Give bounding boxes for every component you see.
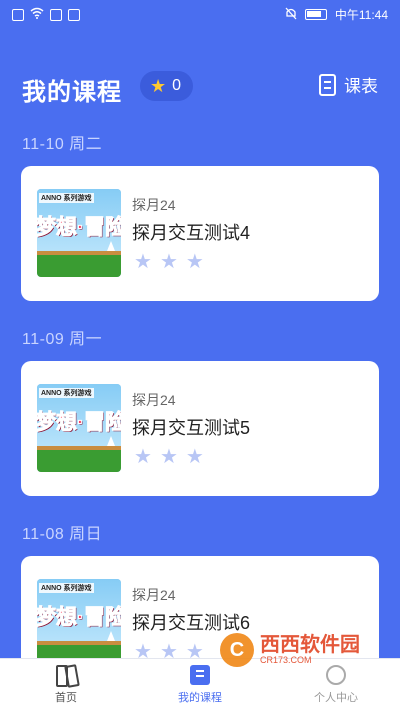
schedule-icon (319, 73, 336, 96)
watermark: C 西西软件园 CR173.COM (220, 633, 360, 667)
course-rating: ★ ★ ★ (134, 447, 204, 467)
star-icon: ★ (159, 251, 178, 273)
schedule-button[interactable]: 课表 (319, 72, 378, 97)
date-label: 11-10 周二 (22, 136, 103, 153)
thumbnail-tag: ANNO 系列游戏 (39, 388, 94, 398)
nav-profile-label: 个人中心 (314, 692, 358, 704)
date-label: 11-09 周一 (22, 331, 103, 348)
profile-icon (326, 665, 346, 685)
course-card[interactable]: ANNO 系列游戏 梦想·冒险 探月24 探月交互测试4 ★ ★ ★ (21, 166, 379, 301)
status-icons-right: 中午11:44 (285, 6, 388, 23)
star-icon: ★ (150, 75, 167, 96)
page-header: 我的课程 ★ 0 课表 (0, 62, 400, 114)
home-icon (55, 665, 77, 687)
thumbnail-title: 梦想·冒险 (37, 216, 121, 240)
battery-icon (304, 9, 327, 20)
thumbnail-title: 梦想·冒险 (37, 411, 121, 435)
thumbnail-tag: ANNO 系列游戏 (39, 193, 94, 203)
status-bar: 中午11:44 (0, 0, 400, 28)
star-icon: ★ (185, 251, 204, 273)
star-icon: ★ (185, 446, 204, 468)
nav-my-courses[interactable]: 我的课程 (160, 665, 240, 705)
star-count-badge[interactable]: ★ 0 (140, 71, 194, 101)
course-thumbnail: ANNO 系列游戏 梦想·冒险 (37, 189, 121, 277)
course-name: 探月交互测试5 (132, 418, 251, 438)
status-time: 中午11:44 (334, 8, 388, 22)
course-thumbnail: ANNO 系列游戏 梦想·冒险 (37, 579, 121, 667)
watermark-text: 西西软件园 (260, 634, 360, 656)
nav-my-courses-label: 我的课程 (178, 692, 222, 704)
star-icon: ★ (159, 446, 178, 468)
course-card[interactable]: ANNO 系列游戏 梦想·冒险 探月24 探月交互测试5 ★ ★ ★ (21, 361, 379, 496)
nav-home[interactable]: 首页 (26, 665, 106, 705)
course-author: 探月24 (132, 587, 176, 603)
nav-profile[interactable]: 个人中心 (296, 665, 376, 705)
mute-icon (285, 7, 297, 23)
watermark-logo-icon: C (220, 633, 254, 667)
course-thumbnail: ANNO 系列游戏 梦想·冒险 (37, 384, 121, 472)
status-icons-left (12, 7, 80, 22)
star-icon: ★ (134, 251, 152, 273)
app-notification-icon (68, 8, 80, 21)
page-title: 我的课程 (22, 79, 122, 106)
date-label: 11-08 周日 (22, 526, 103, 543)
star-count: 0 (172, 77, 182, 94)
sim-icon (12, 8, 24, 21)
schedule-label: 课表 (344, 77, 378, 96)
course-author: 探月24 (132, 197, 176, 213)
thumbnail-tag: ANNO 系列游戏 (39, 583, 94, 593)
course-rating: ★ ★ ★ (134, 252, 204, 272)
thumbnail-title: 梦想·冒险 (37, 606, 121, 630)
course-name: 探月交互测试4 (132, 223, 251, 243)
course-name: 探月交互测试6 (132, 613, 251, 633)
courses-icon (190, 665, 210, 685)
notification-icon (50, 8, 62, 21)
wifi-icon (30, 7, 44, 22)
course-author: 探月24 (132, 392, 176, 408)
star-icon: ★ (134, 446, 152, 468)
nav-home-label: 首页 (55, 692, 77, 704)
watermark-sub: CR173.COM (260, 655, 312, 665)
